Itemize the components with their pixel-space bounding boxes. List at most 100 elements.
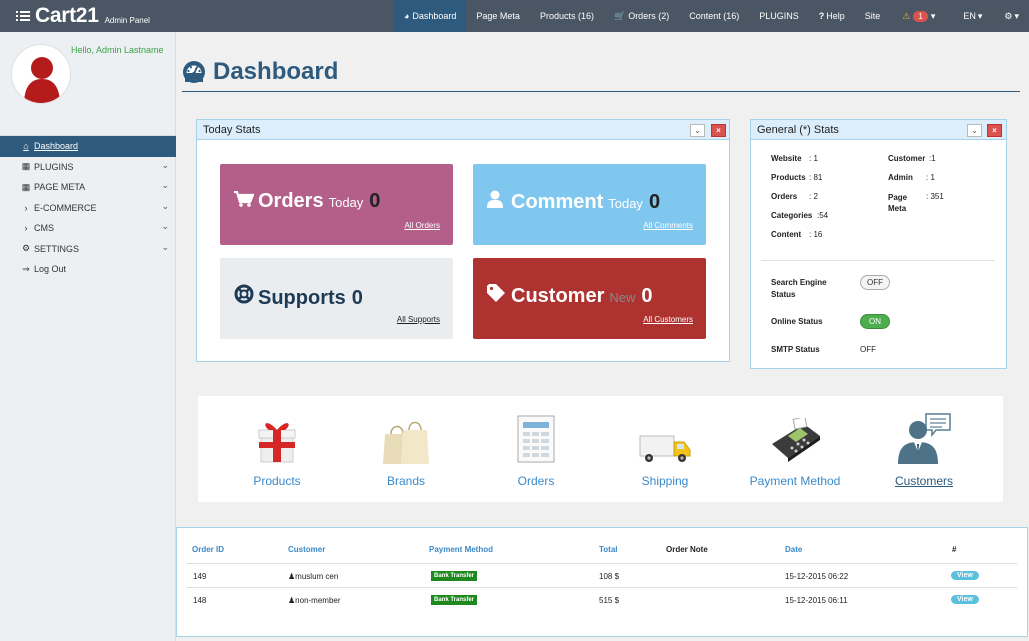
sidebar-item-plugins[interactable]: ▦ PLUGINS ⌄ [0, 157, 176, 178]
chevron-down-icon: ⌄ [161, 180, 169, 190]
column-header[interactable]: Order ID [192, 545, 224, 554]
setting-label: SMTP Status [771, 345, 820, 354]
shortcut-label: Customers [894, 474, 953, 488]
collapse-button[interactable]: ⌄ [690, 124, 705, 137]
nav-settings[interactable]: ⚙ ▾ [998, 0, 1029, 32]
stat-value: : 1 [809, 154, 818, 163]
shortcut-shipping[interactable]: Shipping [600, 408, 730, 488]
brand[interactable]: Cart21 Admin Panel [0, 4, 394, 28]
column-header[interactable]: Date [785, 545, 802, 554]
stat-key: Categories [771, 211, 813, 220]
online-status-toggle[interactable]: ON [860, 314, 890, 329]
shortcut-customers[interactable]: Customers [859, 408, 989, 488]
nav-language[interactable]: EN ▾ [947, 0, 998, 32]
sidebar-item-dashboard[interactable]: ⌂ Dashboard [0, 136, 176, 157]
column-header[interactable]: Payment Method [429, 545, 493, 554]
sidebar-item-e-commerce[interactable]: › E-COMMERCE ⌄ [0, 198, 176, 219]
nav-label: Site [864, 11, 881, 21]
nav-plugins[interactable]: PLUGINS [749, 0, 809, 32]
tile-label: Orders [258, 190, 324, 212]
home-icon: ⌂ [23, 141, 29, 152]
customer-tile[interactable]: Customer New 0 All Customers [473, 258, 706, 339]
nav-products[interactable]: Products (16) [530, 0, 604, 32]
stat-key: Page Meta [888, 193, 908, 213]
column-header: Order Note [666, 545, 708, 554]
chevron-down-icon: ⌄ [161, 221, 169, 231]
chevron-down-icon: ⌄ [161, 241, 169, 252]
tile-label: Customer [511, 285, 605, 307]
recent-orders-table: Order ID Customer Payment Method Total O… [176, 527, 1028, 637]
sidebar-item-cms[interactable]: › CMS ⌄ [0, 218, 176, 239]
orders-tile[interactable]: Orders Today 0 All Orders [220, 164, 453, 245]
order-id: 149 [193, 572, 207, 581]
all-customers-link[interactable]: All Customers [643, 315, 693, 324]
general-stats-panel: General (*) Stats ⌄ × Website : 1 Produc… [750, 119, 1007, 369]
view-button[interactable]: View [951, 595, 979, 604]
today-stats-panel: Today Stats ⌄ × Orders Today 0 All Order… [196, 119, 730, 362]
shortcut-orders[interactable]: Orders [471, 408, 601, 488]
order-total: 108 $ [599, 572, 620, 581]
chevron-right-icon: › [24, 202, 28, 213]
question-icon: ? [818, 11, 825, 21]
sidebar-item-label: PLUGINS [34, 161, 74, 172]
shortcut-brands[interactable]: Brands [341, 408, 471, 488]
shortcut-products[interactable]: Products [212, 408, 342, 488]
search-engine-toggle[interactable]: OFF [860, 275, 890, 290]
caret-down-icon: ▾ [930, 10, 936, 21]
top-nav: ◕ Dashboard Page Meta Products (16) 🛒 Orde… [393, 0, 1029, 32]
sidebar: Hello, Admin Lastname ⌂ Dashboard ▦ PLUGIN… [0, 32, 176, 641]
divider [761, 260, 995, 261]
card-terminal-icon [730, 408, 860, 464]
title-divider [182, 91, 1020, 92]
tile-value: 0 [369, 190, 381, 212]
all-supports-link[interactable]: All Supports [397, 315, 440, 324]
column-header[interactable]: Total [599, 545, 618, 554]
tag-icon [487, 284, 507, 305]
all-orders-link[interactable]: All Orders [404, 221, 440, 230]
view-button[interactable]: View [951, 571, 979, 580]
cart-icon [234, 190, 255, 210]
shortcut-payment-method[interactable]: Payment Method [730, 408, 860, 488]
nav-page-meta[interactable]: Page Meta [466, 0, 530, 32]
gift-box-icon [212, 408, 342, 464]
avatar[interactable] [11, 44, 71, 104]
column-header: # [952, 545, 957, 554]
comment-tile[interactable]: Comment Today 0 All Comments [473, 164, 706, 245]
column-header[interactable]: Customer [288, 545, 325, 554]
stat-value: : 351 [926, 192, 944, 201]
stat-key: Admin [888, 173, 913, 182]
gear-icon: ⚙ [1004, 10, 1013, 21]
shortcuts-bar: Products Brands Orders Shipping Payment … [198, 396, 1003, 502]
close-button[interactable]: × [711, 124, 726, 137]
nav-help[interactable]: ? Help [809, 0, 855, 32]
nav-notifications[interactable]: ⚠ 1 ▾ [890, 0, 947, 32]
invoice-icon [471, 408, 601, 464]
nav-orders[interactable]: 🛒 Orders (2) [604, 0, 679, 32]
payment-method-label: Bank Transfer [431, 595, 478, 605]
sidebar-item-logout[interactable]: ⇒ Log Out [0, 259, 176, 280]
stat-value: : 81 [809, 173, 823, 182]
nav-dashboard[interactable]: ◕ Dashboard [393, 0, 467, 32]
customer-support-icon [859, 408, 989, 464]
table-icon: ▦ [21, 181, 31, 192]
supports-tile[interactable]: Supports 0 All Supports [220, 258, 453, 339]
sidebar-item-page-meta[interactable]: ▦ PAGE META ⌄ [0, 177, 176, 198]
panel-header: Today Stats ⌄ × [197, 120, 729, 140]
user-icon [487, 190, 507, 211]
sidebar-item-label: CMS [34, 223, 54, 234]
stat-key: Orders [771, 192, 798, 201]
sidebar-item-label: Dashboard [34, 141, 79, 152]
warning-icon: ⚠ [902, 10, 911, 21]
gear-icon: ⚙ [21, 243, 31, 254]
order-date: 15-12-2015 06:22 [785, 572, 849, 581]
greeting: Hello, Admin Lastname [71, 45, 164, 55]
shortcut-label: Brands [386, 474, 426, 488]
tile-label: Comment [511, 191, 604, 213]
all-comments-link[interactable]: All Comments [643, 221, 693, 230]
sidebar-item-settings[interactable]: ⚙ SETTINGS ⌄ [0, 239, 176, 260]
stat-value: :1 [929, 154, 936, 163]
nav-site[interactable]: Site [855, 0, 891, 32]
nav-content[interactable]: Content (16) [679, 0, 749, 32]
order-date: 15-12-2015 06:11 [785, 596, 848, 605]
sidebar-item-label: Log Out [34, 264, 67, 275]
